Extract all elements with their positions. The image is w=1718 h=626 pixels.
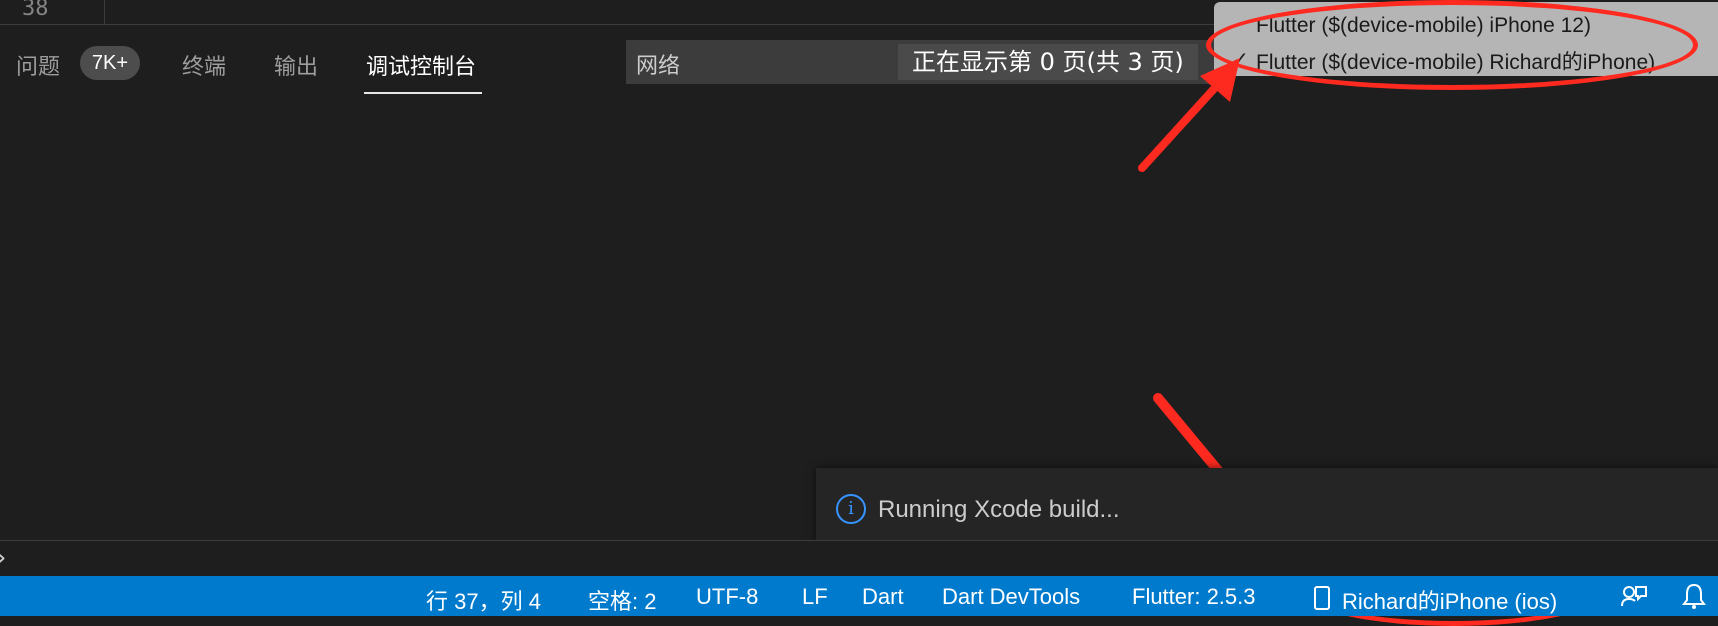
status-cursor-position[interactable]: 行 37，列 4 bbox=[426, 584, 541, 616]
status-device[interactable]: Richard的iPhone (ios) bbox=[1342, 584, 1557, 616]
debug-console-input[interactable]: › bbox=[0, 540, 1718, 577]
status-encoding[interactable]: UTF-8 bbox=[696, 584, 758, 610]
chevron-right-icon: › bbox=[0, 543, 6, 573]
status-indentation[interactable]: 空格: 2 bbox=[588, 584, 656, 616]
status-flutter-version[interactable]: Flutter: 2.5.3 bbox=[1132, 584, 1256, 610]
status-bar: 行 37，列 4 空格: 2 UTF-8 LF Dart Dart DevToo… bbox=[0, 576, 1718, 616]
bell-icon[interactable] bbox=[1680, 582, 1708, 610]
status-devtools[interactable]: Dart DevTools bbox=[942, 584, 1080, 610]
info-icon: i bbox=[836, 494, 866, 524]
notification-text: Running Xcode build... bbox=[878, 496, 1120, 523]
feedback-icon[interactable] bbox=[1620, 582, 1648, 610]
arrow-to-menu-icon bbox=[1138, 58, 1240, 172]
status-language[interactable]: Dart bbox=[862, 584, 904, 610]
device-mobile-icon bbox=[1314, 586, 1330, 610]
status-eol[interactable]: LF bbox=[802, 584, 828, 610]
